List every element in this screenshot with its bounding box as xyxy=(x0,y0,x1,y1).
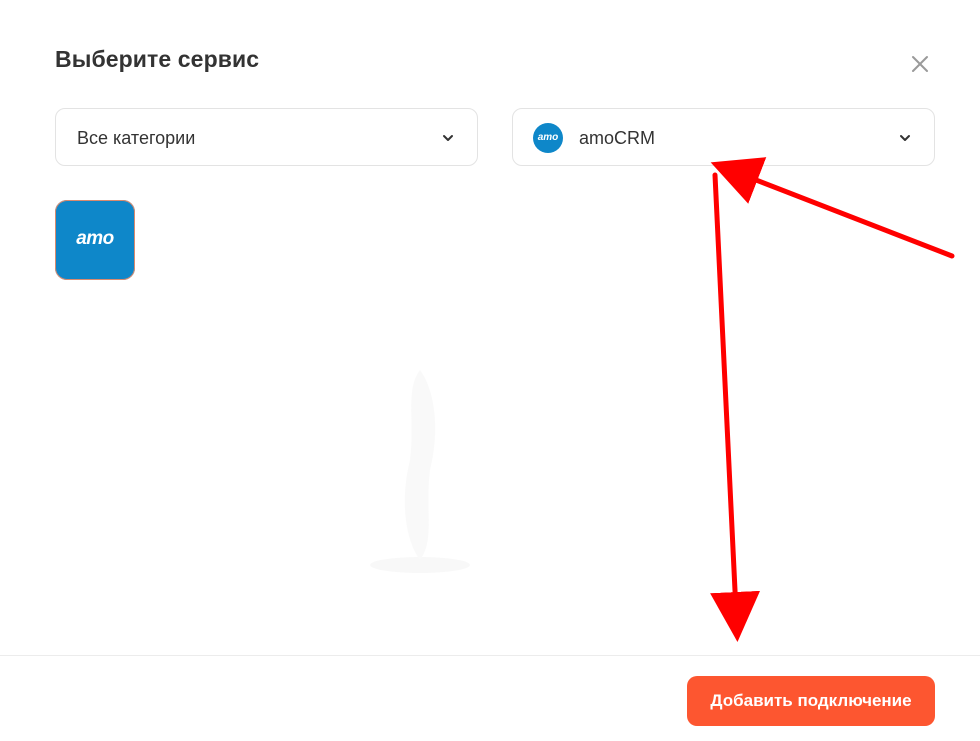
amocrm-tile-logo: amo xyxy=(76,228,114,249)
annotation-arrow-to-button xyxy=(710,172,761,642)
annotation-arrow-to-select xyxy=(710,157,955,259)
add-connection-button[interactable]: Добавить подключение xyxy=(687,676,935,726)
dialog-title: Выберите сервис xyxy=(55,46,260,72)
category-select[interactable]: Все категории xyxy=(55,108,478,166)
chevron-down-icon xyxy=(443,135,453,141)
select-service-dialog: Выберите сервис Все категории amo amoCRM… xyxy=(0,0,980,741)
service-tile-amocrm[interactable]: amo xyxy=(55,200,135,280)
service-select[interactable]: amo amoCRM xyxy=(512,108,935,166)
chevron-down-icon xyxy=(900,135,910,141)
service-select-value: amoCRM xyxy=(579,128,656,148)
close-icon xyxy=(912,56,928,72)
category-select-value: Все категории xyxy=(77,128,196,148)
footer-divider xyxy=(0,655,980,656)
amocrm-logo-icon: amo xyxy=(533,123,563,153)
empty-state-illustration xyxy=(370,370,470,573)
close-button[interactable] xyxy=(906,50,934,78)
